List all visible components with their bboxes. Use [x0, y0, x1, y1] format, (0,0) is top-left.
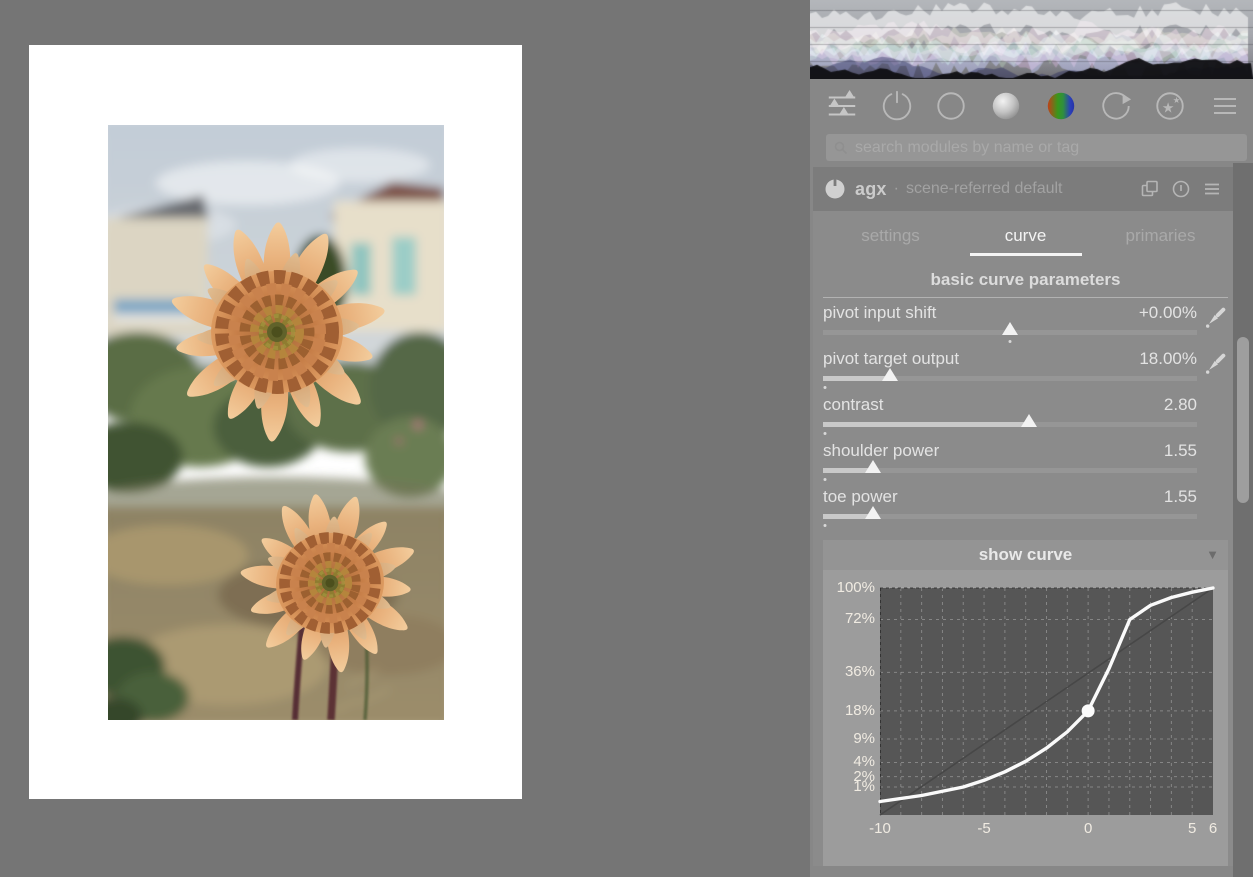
right-panel: ★ ★ search modules by name or tag agx · … — [810, 0, 1253, 877]
section-title: basic curve parameters — [930, 270, 1121, 289]
module-body: settings curve primaries basic curve par… — [813, 211, 1233, 866]
slider-contrast: contrast 2.80 — [823, 395, 1197, 439]
slider-toe-power: toe power 1.55 — [823, 487, 1197, 531]
x-axis-tick: -10 — [869, 820, 891, 837]
effect-group-icon[interactable]: ★ ★ — [1149, 86, 1191, 126]
y-axis-tick: 9% — [853, 730, 875, 748]
module-search[interactable]: search modules by name or tag — [826, 134, 1247, 161]
slider-handle[interactable] — [1020, 414, 1037, 427]
search-placeholder: search modules by name or tag — [855, 138, 1080, 156]
curve-graph-widget: 100% 72% 36% 18% 9% 4% 2% 1% -10 -5 0 5 6 — [823, 570, 1228, 866]
presets-icon[interactable] — [1202, 179, 1222, 199]
slider-handle[interactable] — [865, 460, 882, 473]
tab-curve[interactable]: curve — [958, 218, 1093, 258]
color-picker-icon[interactable] — [1203, 304, 1229, 332]
slider-handle[interactable] — [1002, 322, 1018, 335]
y-axis-tick: 72% — [844, 610, 875, 628]
slider-track[interactable] — [823, 376, 1197, 381]
slider-value[interactable]: 18.00% — [1139, 349, 1197, 369]
slider-label: toe power — [823, 487, 898, 506]
search-icon — [834, 141, 848, 154]
pivot-point — [1081, 704, 1095, 718]
x-axis-tick: -5 — [977, 820, 991, 837]
slider-handle[interactable] — [865, 506, 882, 519]
section-divider — [823, 297, 1228, 298]
slider-label: pivot target output — [823, 349, 960, 368]
show-curve-collapsible[interactable]: show curve ▼ — [823, 540, 1228, 570]
show-curve-label: show curve — [978, 545, 1073, 564]
module-power-toggle[interactable] — [824, 178, 846, 200]
module-tabs: settings curve primaries — [823, 218, 1228, 258]
agx-module: agx · scene-referred default settings cu… — [813, 167, 1233, 866]
module-group-row: ★ ★ — [810, 84, 1253, 128]
waveform-scope[interactable] — [810, 0, 1253, 79]
slider-value[interactable]: 1.55 — [1164, 487, 1197, 507]
slider-label: contrast — [823, 395, 884, 414]
module-separator: · — [893, 180, 899, 197]
y-axis-tick: 36% — [844, 663, 875, 681]
x-axis-tick: 0 — [1083, 820, 1093, 837]
print-canvas — [29, 45, 522, 799]
slider-value[interactable]: +0.00% — [1139, 303, 1197, 323]
slider-value[interactable]: 1.55 — [1164, 441, 1197, 461]
image-preview[interactable] — [108, 125, 444, 720]
y-axis-tick: 1% — [853, 778, 875, 795]
darkroom-view: ★ ★ search modules by name or tag agx · … — [0, 0, 1253, 877]
tab-primaries[interactable]: primaries — [1093, 218, 1228, 258]
basic-group-icon[interactable] — [930, 86, 972, 126]
reset-icon[interactable] — [1171, 179, 1191, 199]
slider-value[interactable]: 2.80 — [1164, 395, 1197, 415]
curve-plot-area[interactable] — [878, 586, 1215, 816]
presets-menu-icon[interactable] — [1204, 86, 1246, 126]
color-picker-icon[interactable] — [1203, 350, 1229, 378]
module-header[interactable]: agx · scene-referred default — [813, 167, 1233, 211]
x-axis-tick: 6 — [1208, 820, 1218, 837]
slider-handle[interactable] — [882, 368, 899, 381]
multi-instance-icon[interactable] — [1140, 179, 1160, 199]
slider-track[interactable] — [823, 422, 1197, 427]
slider-label: pivot input shift — [823, 303, 937, 322]
svg-text:★: ★ — [1173, 96, 1181, 106]
y-axis-tick: 18% — [844, 701, 875, 719]
active-modules-icon[interactable] — [821, 86, 863, 126]
power-group-icon[interactable] — [876, 86, 918, 126]
slider-pivot-input-shift: pivot input shift +0.00% — [823, 303, 1226, 347]
collapse-caret-icon: ▼ — [1206, 547, 1219, 562]
panel-scrollbar[interactable] — [1233, 163, 1253, 877]
tone-group-icon[interactable] — [985, 86, 1027, 126]
module-preset-description: scene-referred default — [905, 180, 1063, 197]
module-name: agx — [855, 178, 887, 199]
color-group-icon[interactable] — [1040, 86, 1082, 126]
slider-label: shoulder power — [823, 441, 940, 460]
y-axis-tick: 100% — [836, 579, 875, 596]
tab-settings[interactable]: settings — [823, 218, 958, 258]
slider-pivot-target-output: pivot target output 18.00% — [823, 349, 1226, 393]
scrollbar-thumb[interactable] — [1237, 337, 1249, 503]
correction-group-icon[interactable] — [1095, 86, 1137, 126]
slider-shoulder-power: shoulder power 1.55 — [823, 441, 1197, 485]
